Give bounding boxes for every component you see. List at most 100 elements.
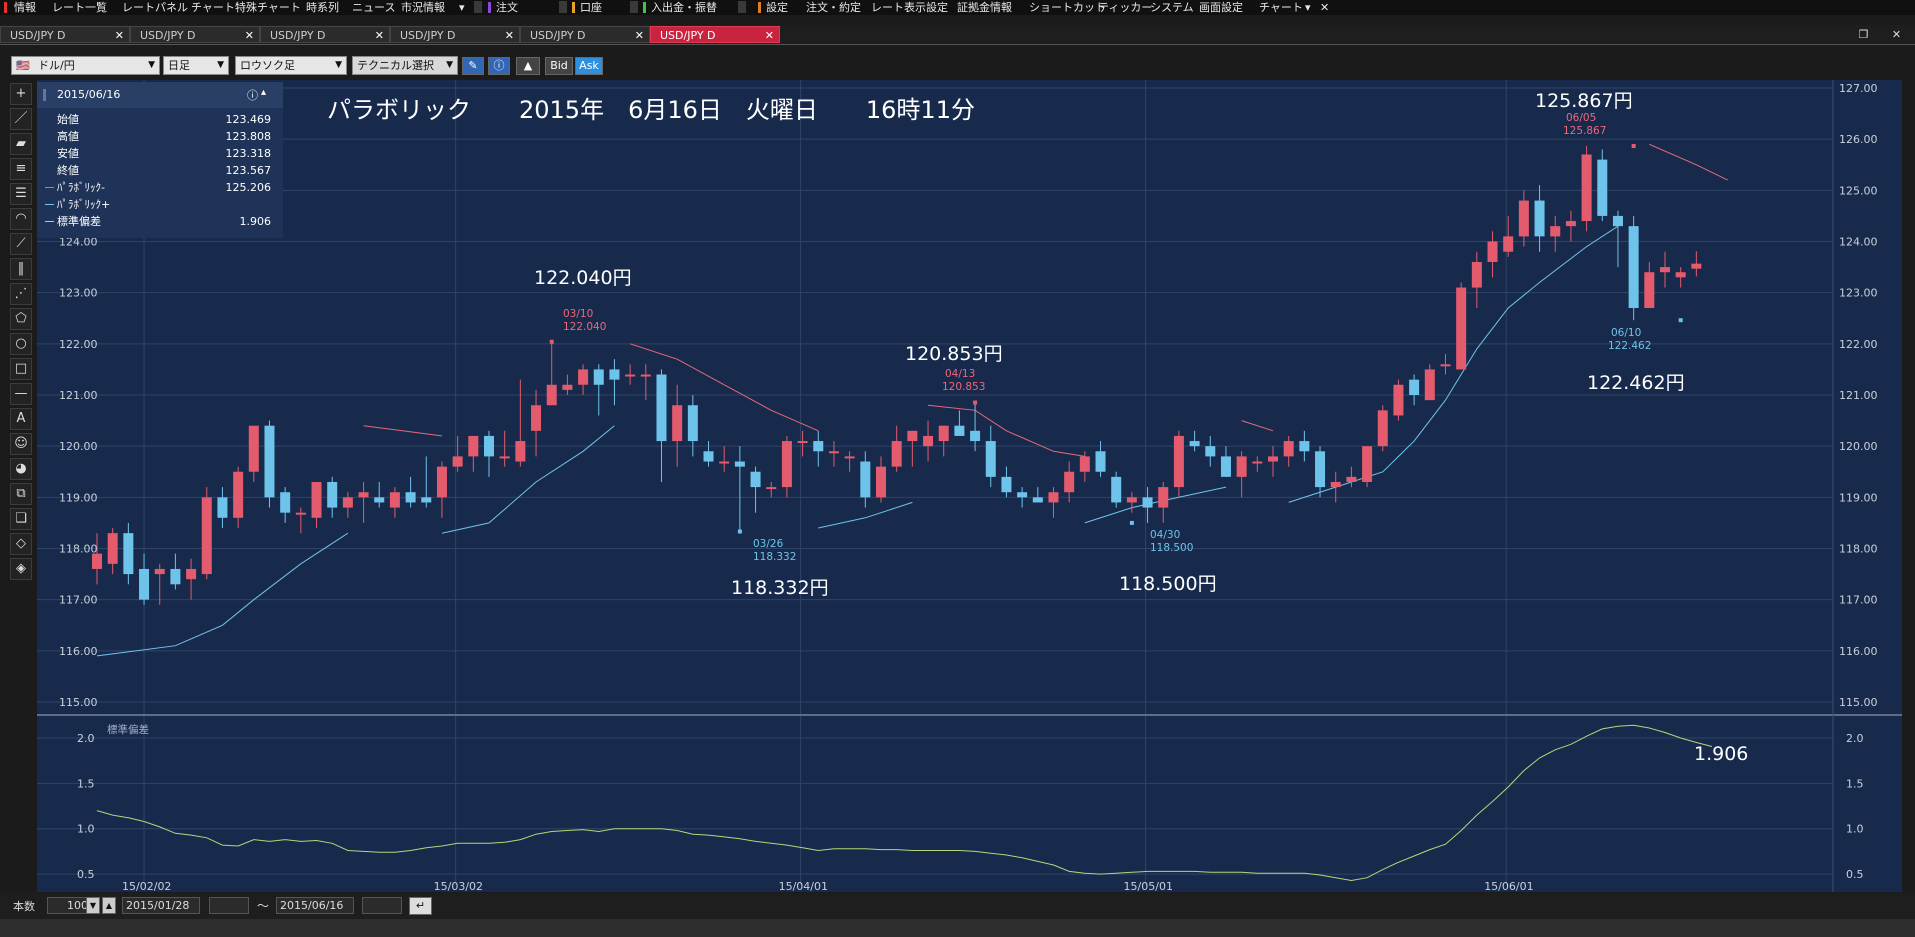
candle-body (1362, 446, 1373, 482)
to-date-input[interactable]: 2015/06/16 (276, 897, 354, 914)
trendline-icon[interactable]: ／ (10, 108, 32, 130)
date-tick: 15/05/01 (1124, 880, 1173, 892)
candle-body (1173, 435, 1184, 488)
menu-margin[interactable]: 証拠金情報 (957, 0, 1012, 15)
fibonacci-icon[interactable]: ☰ (10, 183, 32, 205)
candle-body (860, 461, 871, 498)
candlestick-chart[interactable]: パラボリック 2015年 6月16日 火曜日 16時11分 125.867円 1… (37, 80, 1902, 893)
candle-body (374, 497, 385, 503)
menu-deposit[interactable]: 入出金・振替 (651, 0, 717, 15)
menu-rate-list[interactable]: レート一覧 (52, 0, 107, 15)
label-date-0310: 03/10 (563, 308, 593, 320)
rectangle-icon[interactable]: □ (10, 358, 32, 380)
period-select[interactable]: 日足 ▼ (163, 56, 229, 75)
tab-usdjpy-2[interactable]: USD/JPY D ✕ (130, 26, 260, 43)
color-icon[interactable]: ◕ (10, 458, 32, 480)
price-tick-right: 121.00 (1839, 389, 1878, 402)
close-icon[interactable]: ✕ (765, 27, 774, 44)
menu-timeseries[interactable]: 時系列 (306, 0, 339, 15)
menu-rate-display[interactable]: レート表示設定 (871, 0, 948, 15)
technical-select[interactable]: テクニカル選択 ▼ (352, 56, 458, 75)
candle-body (123, 533, 134, 575)
from-date-input[interactable]: 2015/01/28 (122, 897, 200, 914)
drag-handle-icon[interactable] (43, 89, 46, 101)
menu-rate-panel[interactable]: レートパネル (122, 0, 188, 15)
menu-chart[interactable]: チャート (191, 0, 235, 15)
extreme-marker (549, 339, 554, 344)
menu-market[interactable]: 市況情報 (401, 0, 445, 15)
status-bar (0, 919, 1915, 937)
info-label: 安値 (57, 147, 79, 160)
horizontal-line-icon[interactable]: ≡ (10, 158, 32, 180)
info-icon[interactable]: ⓘ (247, 87, 258, 103)
gann-icon[interactable]: ⟋ (10, 233, 32, 255)
currency-pair-select[interactable]: 🇺🇸 ドル/円 ▼ (11, 56, 160, 75)
close-icon[interactable]: ✕ (1320, 0, 1329, 15)
close-icon[interactable]: ✕ (505, 27, 514, 44)
candle-body (1236, 456, 1247, 477)
candle-body (107, 533, 118, 564)
from-time-input[interactable] (209, 897, 249, 914)
menu-system[interactable]: システム (1150, 0, 1194, 15)
chevron-up-icon[interactable]: ▲ (102, 897, 116, 914)
pen-icon[interactable]: ✎ (462, 57, 484, 75)
fan-icon[interactable]: ◠ (10, 208, 32, 230)
close-icon[interactable]: ✕ (115, 27, 124, 44)
candle-body (907, 430, 918, 442)
copy-icon[interactable]: ⧉ (10, 483, 32, 505)
menu-order-exec[interactable]: 注文・約定 (806, 0, 861, 15)
line-icon[interactable]: — (10, 383, 32, 405)
date-tick: 15/03/02 (434, 880, 483, 892)
eraser-all-icon[interactable]: ◈ (10, 558, 32, 580)
menu-news[interactable]: ニュース (352, 0, 395, 15)
menu-special-chart[interactable]: 特殊チャート (235, 0, 301, 15)
menu-account[interactable]: 口座 (580, 0, 602, 15)
close-icon[interactable]: ✕ (635, 27, 644, 44)
eraser-icon[interactable]: ◇ (10, 533, 32, 555)
std-tick-right: 1.5 (1846, 777, 1864, 790)
bid-button[interactable]: Bid (545, 57, 573, 75)
vertical-lines-icon[interactable]: ‖ (10, 258, 32, 280)
mountain-chart-icon[interactable]: ▲ (516, 57, 540, 75)
chart-type-select[interactable]: ロウソク足 ▼ (235, 56, 347, 75)
tab-usdjpy-active[interactable]: USD/JPY D ✕ (650, 26, 780, 43)
collapse-icon[interactable]: ▴ (261, 87, 266, 98)
ask-button[interactable]: Ask (575, 57, 603, 75)
annotation-low-0326: 118.332円 (731, 577, 829, 599)
tab-usdjpy-5[interactable]: USD/JPY D ✕ (520, 26, 650, 43)
pentagon-icon[interactable]: ⬠ (10, 308, 32, 330)
candle-body (985, 441, 996, 477)
close-icon[interactable]: ✕ (1889, 28, 1904, 41)
menu-settings[interactable]: 設定 (766, 0, 788, 15)
refresh-icon[interactable]: ↵ (409, 897, 432, 915)
chevron-down-icon[interactable]: ▼ (86, 897, 100, 914)
to-time-input[interactable] (362, 897, 402, 914)
info-icon[interactable]: ⓘ (488, 57, 510, 75)
chevron-down-icon[interactable]: ▾ (459, 0, 465, 15)
tab-usdjpy-3[interactable]: USD/JPY D ✕ (260, 26, 390, 43)
text-icon[interactable]: A (10, 408, 32, 430)
extreme-marker (973, 400, 978, 405)
tab-usdjpy-4[interactable]: USD/JPY D ✕ (390, 26, 520, 43)
ruler-icon[interactable]: ▰ (10, 133, 32, 155)
emoji-icon[interactable]: ☺ (10, 433, 32, 455)
close-icon[interactable]: ✕ (245, 27, 254, 44)
info-row-psar-minus: ﾊﾟﾗﾎﾞﾘｯｸ- 125.206 (45, 179, 279, 196)
restore-icon[interactable]: ❐ (1856, 28, 1871, 41)
crosshair-icon[interactable]: + (10, 83, 32, 105)
circle-icon[interactable]: ○ (10, 333, 32, 355)
menu-order[interactable]: 注文 (496, 0, 518, 15)
menu-ticker[interactable]: ティッカー (1098, 0, 1152, 15)
paste-icon[interactable]: ❏ (10, 508, 32, 530)
chart-area[interactable]: パラボリック 2015年 6月16日 火曜日 16時11分 125.867円 1… (37, 80, 1902, 893)
menu-chart2[interactable]: チャート (1259, 0, 1303, 15)
ohlc-info-panel: 2015/06/16 ⓘ ▴ 始値 123.469 高値 123.808 安値 123… (37, 82, 283, 238)
candle-body (1440, 364, 1451, 367)
pitchfork-icon[interactable]: ⋰ (10, 283, 32, 305)
chevron-down-icon[interactable]: ▾ (1305, 0, 1311, 15)
menu-screen[interactable]: 画面設定 (1199, 0, 1243, 15)
menu-info[interactable]: 情報 (14, 0, 36, 15)
menu-shortcut[interactable]: ショートカット (1029, 0, 1106, 15)
tab-usdjpy-1[interactable]: USD/JPY D ✕ (0, 26, 130, 43)
close-icon[interactable]: ✕ (375, 27, 384, 44)
